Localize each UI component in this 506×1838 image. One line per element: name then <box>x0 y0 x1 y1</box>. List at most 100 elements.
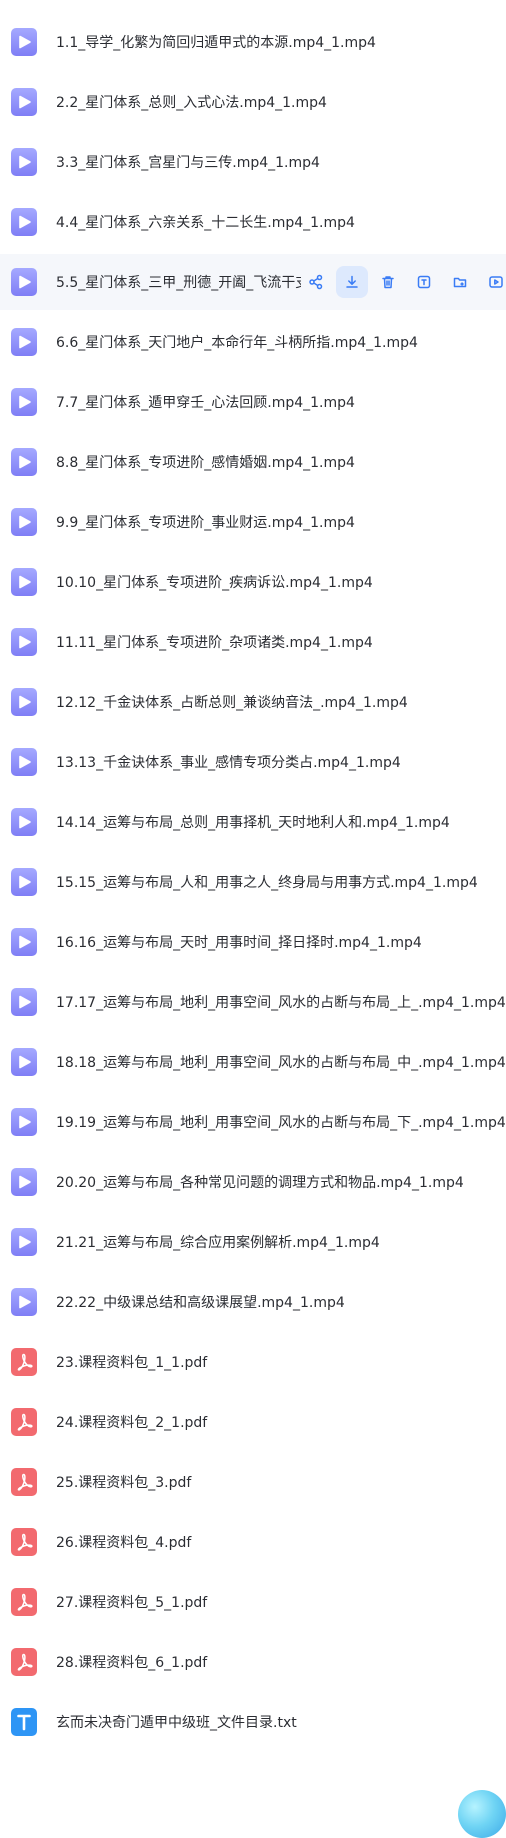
video-play-icon <box>11 748 37 776</box>
video-play-icon <box>11 808 37 836</box>
file-row[interactable]: 15.15_运筹与布局_人和_用事之人_终身局与用事方式.mp4_1.mp4 <box>0 854 506 910</box>
file-row[interactable]: 14.14_运筹与布局_总则_用事择机_天时地利人和.mp4_1.mp4 <box>0 794 506 850</box>
file-name[interactable]: 20.20_运筹与布局_各种常见问题的调理方式和物品.mp4_1.mp4 <box>56 1172 464 1192</box>
file-name[interactable]: 22.22_中级课总结和高级课展望.mp4_1.mp4 <box>56 1292 345 1312</box>
play-button[interactable] <box>480 266 506 298</box>
file-name[interactable]: 4.4_星门体系_六亲关系_十二长生.mp4_1.mp4 <box>56 212 355 232</box>
file-name[interactable]: 26.课程资料包_4.pdf <box>56 1532 191 1552</box>
file-name[interactable]: 24.课程资料包_2_1.pdf <box>56 1412 207 1432</box>
file-row[interactable]: 25.课程资料包_3.pdf <box>0 1454 506 1510</box>
file-row[interactable]: 27.课程资料包_5_1.pdf <box>0 1574 506 1630</box>
file-name[interactable]: 7.7_星门体系_遁甲穿壬_心法回顾.mp4_1.mp4 <box>56 392 355 412</box>
file-row[interactable]: 20.20_运筹与布局_各种常见问题的调理方式和物品.mp4_1.mp4 <box>0 1154 506 1210</box>
file-row[interactable]: 16.16_运筹与布局_天时_用事时间_择日择时.mp4_1.mp4 <box>0 914 506 970</box>
file-row[interactable]: 玄而未决奇门遁甲中级班_文件目录.txt <box>0 1694 506 1750</box>
file-row[interactable]: 13.13_千金诀体系_事业_感情专项分类占.mp4_1.mp4 <box>0 734 506 790</box>
file-name[interactable]: 16.16_运筹与布局_天时_用事时间_择日择时.mp4_1.mp4 <box>56 932 422 952</box>
video-play-icon <box>11 1048 37 1076</box>
file-name[interactable]: 13.13_千金诀体系_事业_感情专项分类占.mp4_1.mp4 <box>56 752 401 772</box>
video-play-icon <box>11 1168 37 1196</box>
video-play-icon <box>11 988 37 1016</box>
file-name[interactable]: 6.6_星门体系_天门地户_本命行年_斗柄所指.mp4_1.mp4 <box>56 332 418 352</box>
file-name[interactable]: 25.课程资料包_3.pdf <box>56 1472 191 1492</box>
file-row[interactable]: 22.22_中级课总结和高级课展望.mp4_1.mp4 <box>0 1274 506 1330</box>
file-name[interactable]: 11.11_星门体系_专项进阶_杂项诸类.mp4_1.mp4 <box>56 632 373 652</box>
video-play-icon <box>11 568 37 596</box>
file-row[interactable]: 24.课程资料包_2_1.pdf <box>0 1394 506 1450</box>
file-row[interactable]: 21.21_运筹与布局_综合应用案例解析.mp4_1.mp4 <box>0 1214 506 1270</box>
file-name[interactable]: 8.8_星门体系_专项进阶_感情婚姻.mp4_1.mp4 <box>56 452 355 472</box>
video-play-icon <box>11 268 37 296</box>
file-row[interactable]: 9.9_星门体系_专项进阶_事业财运.mp4_1.mp4 <box>0 494 506 550</box>
video-play-icon <box>11 28 37 56</box>
video-play-icon <box>11 208 37 236</box>
pdf-icon <box>11 1348 37 1376</box>
download-button[interactable] <box>336 266 368 298</box>
file-name[interactable]: 23.课程资料包_1_1.pdf <box>56 1352 207 1372</box>
delete-icon <box>380 274 396 290</box>
file-name[interactable]: 15.15_运筹与布局_人和_用事之人_终身局与用事方式.mp4_1.mp4 <box>56 872 478 892</box>
file-name[interactable]: 3.3_星门体系_宫星门与三传.mp4_1.mp4 <box>56 152 320 172</box>
video-play-icon <box>11 328 37 356</box>
file-row[interactable]: 11.11_星门体系_专项进阶_杂项诸类.mp4_1.mp4 <box>0 614 506 670</box>
file-name[interactable]: 2.2_星门体系_总则_入式心法.mp4_1.mp4 <box>56 92 327 112</box>
file-row[interactable]: 3.3_星门体系_宫星门与三传.mp4_1.mp4 <box>0 134 506 190</box>
file-name[interactable]: 9.9_星门体系_专项进阶_事业财运.mp4_1.mp4 <box>56 512 355 532</box>
file-row[interactable]: 28.课程资料包_6_1.pdf <box>0 1634 506 1690</box>
file-row[interactable]: 23.课程资料包_1_1.pdf <box>0 1334 506 1390</box>
file-name[interactable]: 1.1_导学_化繁为简回归遁甲式的本源.mp4_1.mp4 <box>56 32 376 52</box>
move-button[interactable] <box>444 266 476 298</box>
file-name[interactable]: 5.5_星门体系_三甲_刑德_开阖_飞流干支 <box>56 272 301 292</box>
file-row[interactable]: 7.7_星门体系_遁甲穿壬_心法回顾.mp4_1.mp4 <box>0 374 506 430</box>
move-icon <box>452 274 468 290</box>
video-play-icon <box>11 628 37 656</box>
video-play-icon <box>11 1288 37 1316</box>
file-name[interactable]: 12.12_千金诀体系_占断总则_兼谈纳音法_.mp4_1.mp4 <box>56 692 408 712</box>
file-row[interactable]: 18.18_运筹与布局_地利_用事空间_风水的占断与布局_中_.mp4_1.mp… <box>0 1034 506 1090</box>
share-button[interactable] <box>300 266 332 298</box>
delete-button[interactable] <box>372 266 404 298</box>
file-row[interactable]: 8.8_星门体系_专项进阶_感情婚姻.mp4_1.mp4 <box>0 434 506 490</box>
file-name[interactable]: 10.10_星门体系_专项进阶_疾病诉讼.mp4_1.mp4 <box>56 572 373 592</box>
video-play-icon <box>11 88 37 116</box>
row-action-bar <box>300 266 506 298</box>
file-name[interactable]: 玄而未决奇门遁甲中级班_文件目录.txt <box>56 1712 297 1732</box>
video-play-icon <box>11 388 37 416</box>
file-row[interactable]: 4.4_星门体系_六亲关系_十二长生.mp4_1.mp4 <box>0 194 506 250</box>
txt-icon <box>11 1708 37 1736</box>
file-list: 1.1_导学_化繁为简回归遁甲式的本源.mp4_1.mp4 2.2_星门体系_总… <box>0 0 506 1808</box>
file-name[interactable]: 28.课程资料包_6_1.pdf <box>56 1652 207 1672</box>
pdf-icon <box>11 1588 37 1616</box>
file-name[interactable]: 18.18_运筹与布局_地利_用事空间_风水的占断与布局_中_.mp4_1.mp… <box>56 1052 506 1072</box>
video-play-icon <box>11 688 37 716</box>
file-row[interactable]: 1.1_导学_化繁为简回归遁甲式的本源.mp4_1.mp4 <box>0 14 506 70</box>
file-name[interactable]: 19.19_运筹与布局_地利_用事空间_风水的占断与布局_下_.mp4_1.mp… <box>56 1112 506 1132</box>
pdf-icon <box>11 1648 37 1676</box>
pdf-icon <box>11 1408 37 1436</box>
rename-button[interactable] <box>408 266 440 298</box>
download-icon <box>344 274 360 290</box>
file-name[interactable]: 21.21_运筹与布局_综合应用案例解析.mp4_1.mp4 <box>56 1232 380 1252</box>
pdf-icon <box>11 1468 37 1496</box>
play-icon <box>488 274 504 290</box>
file-row[interactable]: 6.6_星门体系_天门地户_本命行年_斗柄所指.mp4_1.mp4 <box>0 314 506 370</box>
file-name[interactable]: 27.课程资料包_5_1.pdf <box>56 1592 207 1612</box>
file-row[interactable]: 19.19_运筹与布局_地利_用事空间_风水的占断与布局_下_.mp4_1.mp… <box>0 1094 506 1150</box>
video-play-icon <box>11 868 37 896</box>
file-row[interactable]: 10.10_星门体系_专项进阶_疾病诉讼.mp4_1.mp4 <box>0 554 506 610</box>
pdf-icon <box>11 1528 37 1556</box>
floating-assistant-button[interactable] <box>458 1790 506 1838</box>
video-play-icon <box>11 1108 37 1136</box>
file-row[interactable]: 12.12_千金诀体系_占断总则_兼谈纳音法_.mp4_1.mp4 <box>0 674 506 730</box>
video-play-icon <box>11 1228 37 1256</box>
file-row[interactable]: 17.17_运筹与布局_地利_用事空间_风水的占断与布局_上_.mp4_1.mp… <box>0 974 506 1030</box>
share-icon <box>308 274 324 290</box>
rename-icon <box>416 274 432 290</box>
file-row[interactable]: 5.5_星门体系_三甲_刑德_开阖_飞流干支 <box>0 254 506 310</box>
file-name[interactable]: 17.17_运筹与布局_地利_用事空间_风水的占断与布局_上_.mp4_1.mp… <box>56 992 506 1012</box>
video-play-icon <box>11 508 37 536</box>
file-row[interactable]: 26.课程资料包_4.pdf <box>0 1514 506 1570</box>
file-name[interactable]: 14.14_运筹与布局_总则_用事择机_天时地利人和.mp4_1.mp4 <box>56 812 450 832</box>
file-row[interactable]: 2.2_星门体系_总则_入式心法.mp4_1.mp4 <box>0 74 506 130</box>
video-play-icon <box>11 448 37 476</box>
